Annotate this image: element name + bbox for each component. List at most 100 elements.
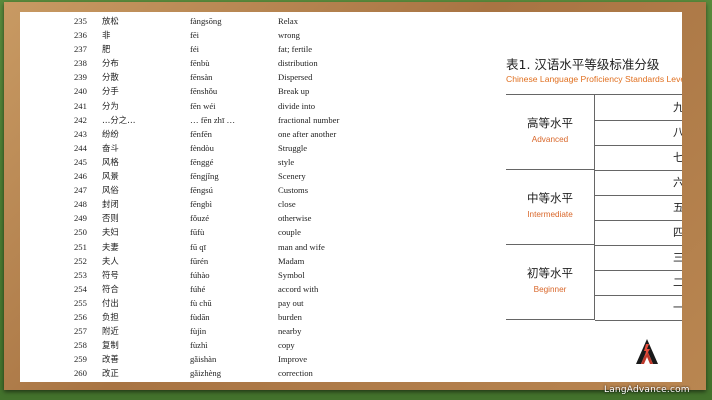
vocab-english: nearby xyxy=(278,326,302,337)
vocab-hanzi: 风景 xyxy=(102,171,119,182)
vocab-english: close xyxy=(278,199,296,210)
vocab-row: 256 负担 fùdān burden xyxy=(20,310,420,324)
vocab-hanzi: 分布 xyxy=(102,58,119,69)
vocab-row: 242 …分之… … fēn zhī … fractional number xyxy=(20,113,420,127)
vocab-english: wrong xyxy=(278,30,300,41)
vocab-row: 236 非 fēi wrong xyxy=(20,28,420,42)
vocab-row: 247 风俗 fēngsú Customs xyxy=(20,183,420,197)
vocab-number: 236 xyxy=(74,30,87,41)
vocab-row: 241 分为 fēn wéi divide into xyxy=(20,99,420,113)
proficiency-table-panel: 表1. 汉语水平等级标准分级 Chinese Language Proficie… xyxy=(500,50,682,350)
vocab-number: 257 xyxy=(74,326,87,337)
vocab-number: 251 xyxy=(74,241,87,252)
vocab-pinyin: fǒuzé xyxy=(190,213,210,224)
vocab-row: 255 付出 fù chū pay out xyxy=(20,296,420,310)
vocab-number: 258 xyxy=(74,340,87,351)
vocab-pinyin: fūfù xyxy=(190,227,205,238)
level-table: 高等水平 Advanced 九级八级七级中等水平 Intermediate 六级五级四级… xyxy=(506,94,682,321)
vocab-number: 242 xyxy=(74,114,87,125)
vocab-english: Madam xyxy=(278,255,305,266)
vocab-hanzi: 附近 xyxy=(102,326,119,337)
vocab-pinyin: fù chū xyxy=(190,297,212,308)
level-cell: 七级 xyxy=(595,145,682,171)
vocab-english: accord with xyxy=(278,283,319,294)
group-label-en: Intermediate xyxy=(527,210,573,219)
vocab-pinyin: fēngjǐng xyxy=(190,171,219,182)
vocab-pinyin: fàngsōng xyxy=(190,16,222,26)
vocab-hanzi: 放松 xyxy=(102,16,119,26)
vocab-pinyin: fùjìn xyxy=(190,326,207,337)
vocab-row: 248 封闭 fēngbì close xyxy=(20,197,420,211)
level-group: 中等水平 Intermediate xyxy=(506,170,595,245)
vocab-pinyin: fēnfēn xyxy=(190,128,212,139)
vocab-english: man and wife xyxy=(278,241,325,252)
vocab-number: 254 xyxy=(74,283,87,294)
vocab-english: correction xyxy=(278,368,313,379)
vocab-row: 257 附近 fùjìn nearby xyxy=(20,324,420,338)
vocab-english: divide into xyxy=(278,100,315,111)
vocab-number: 235 xyxy=(74,16,87,26)
level-cell: 六级 xyxy=(595,170,682,196)
vocab-hanzi: 分散 xyxy=(102,72,119,83)
group-label-cn: 高等水平 xyxy=(527,116,573,130)
vocab-english: Symbol xyxy=(278,269,305,280)
vocab-list: 235 放松 fàngsōng Relax 236 非 fēi wrong 237 肥 féi fat… xyxy=(20,14,420,380)
vocab-number: 255 xyxy=(74,297,87,308)
vocab-number: 249 xyxy=(74,213,87,224)
level-group: 高等水平 Advanced xyxy=(506,95,595,170)
vocab-english: Improve xyxy=(278,354,308,365)
level-cell: 四级 xyxy=(595,220,682,246)
vocab-hanzi: 夫妇 xyxy=(102,227,119,238)
vocab-english: Scenery xyxy=(278,171,306,182)
vocab-pinyin: fēnggé xyxy=(190,156,214,167)
vocab-english: distribution xyxy=(278,58,318,69)
level-cell: 五级 xyxy=(595,195,682,221)
vocab-hanzi: 符号 xyxy=(102,269,119,280)
table-subtitle: Chinese Language Proficiency Standards L… xyxy=(506,74,682,84)
vocab-pinyin: gǎizhèng xyxy=(190,368,222,379)
vocab-pinyin: fúhé xyxy=(190,283,206,294)
vocab-number: 240 xyxy=(74,86,87,97)
vocab-pinyin: fèndòu xyxy=(190,142,214,153)
vocab-english: Break up xyxy=(278,86,310,97)
vocab-pinyin: … fēn zhī … xyxy=(190,114,236,125)
vocab-english: one after another xyxy=(278,128,337,139)
level-cell: 一级 xyxy=(595,295,682,321)
vocab-hanzi: 风俗 xyxy=(102,185,119,196)
vocab-pinyin: fēn wéi xyxy=(190,100,216,111)
vocab-number: 253 xyxy=(74,269,87,280)
vocab-pinyin: fūrén xyxy=(190,255,209,266)
vocab-hanzi: 肥 xyxy=(102,44,111,55)
vocab-hanzi: 风格 xyxy=(102,156,119,167)
level-cell: 二级 xyxy=(595,270,682,296)
vocab-number: 238 xyxy=(74,58,87,69)
vocab-hanzi: 夫人 xyxy=(102,255,119,266)
vocab-row: 239 分散 fēnsàn Dispersed xyxy=(20,70,420,84)
vocab-row: 238 分布 fēnbù distribution xyxy=(20,56,420,70)
vocab-number: 247 xyxy=(74,185,87,196)
langadvance-logo-icon xyxy=(636,339,658,364)
vocab-row: 240 分手 fēnshǒu Break up xyxy=(20,84,420,98)
vocab-row: 245 风格 fēnggé style xyxy=(20,155,420,169)
vocab-english: burden xyxy=(278,311,302,322)
vocab-hanzi: 付出 xyxy=(102,297,119,308)
vocab-hanzi: 纷纷 xyxy=(102,128,119,139)
vocab-pinyin: fēi xyxy=(190,30,200,41)
vocab-row: 251 夫妻 fū qī man and wife xyxy=(20,240,420,254)
vocab-row: 254 符合 fúhé accord with xyxy=(20,282,420,296)
vocab-row: 243 纷纷 fēnfēn one after another xyxy=(20,127,420,141)
vocab-hanzi: 非 xyxy=(102,30,111,41)
vocab-row: 259 改善 gǎishàn Improve xyxy=(20,352,420,366)
table-title: 表1. 汉语水平等级标准分级 xyxy=(506,57,660,72)
vocab-pinyin: fēnshǒu xyxy=(190,86,218,97)
level-cell: 三级 xyxy=(595,245,682,271)
vocab-number: 243 xyxy=(74,128,87,139)
vocab-number: 244 xyxy=(74,142,87,153)
vocab-number: 250 xyxy=(74,227,87,238)
vocab-pinyin: fēngbì xyxy=(190,199,212,210)
vocab-row: 253 符号 fúhào Symbol xyxy=(20,268,420,282)
vocab-pinyin: gǎishàn xyxy=(190,354,217,365)
vocab-pinyin: fúhào xyxy=(190,269,210,280)
vocab-number: 256 xyxy=(74,311,87,322)
vocab-number: 259 xyxy=(74,354,87,365)
